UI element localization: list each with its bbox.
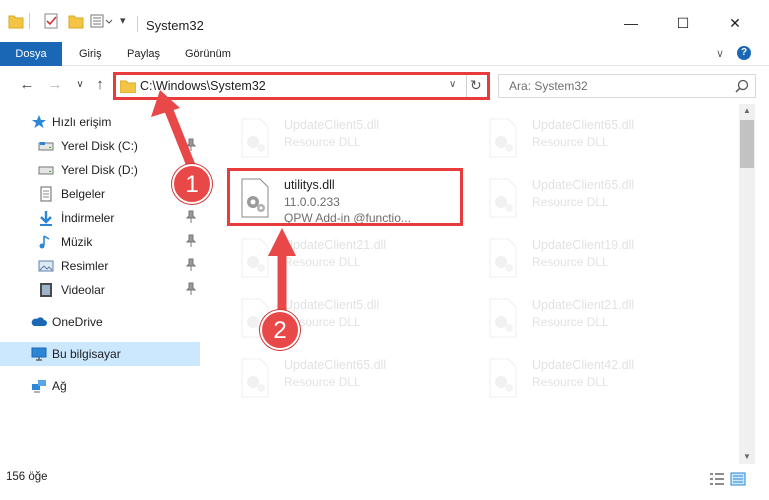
large-icons-view-icon[interactable] [730, 472, 746, 486]
step-badge-1: 1 [172, 164, 212, 204]
details-view-icon[interactable] [709, 472, 725, 486]
item-count: 156 öğe [6, 471, 48, 483]
arrow-to-address-bar [151, 90, 197, 173]
status-bar: 156 öğe [0, 464, 769, 500]
annotation-arrows [151, 90, 296, 321]
arrow-to-file [268, 228, 296, 321]
step-badge-2: 2 [260, 310, 300, 350]
